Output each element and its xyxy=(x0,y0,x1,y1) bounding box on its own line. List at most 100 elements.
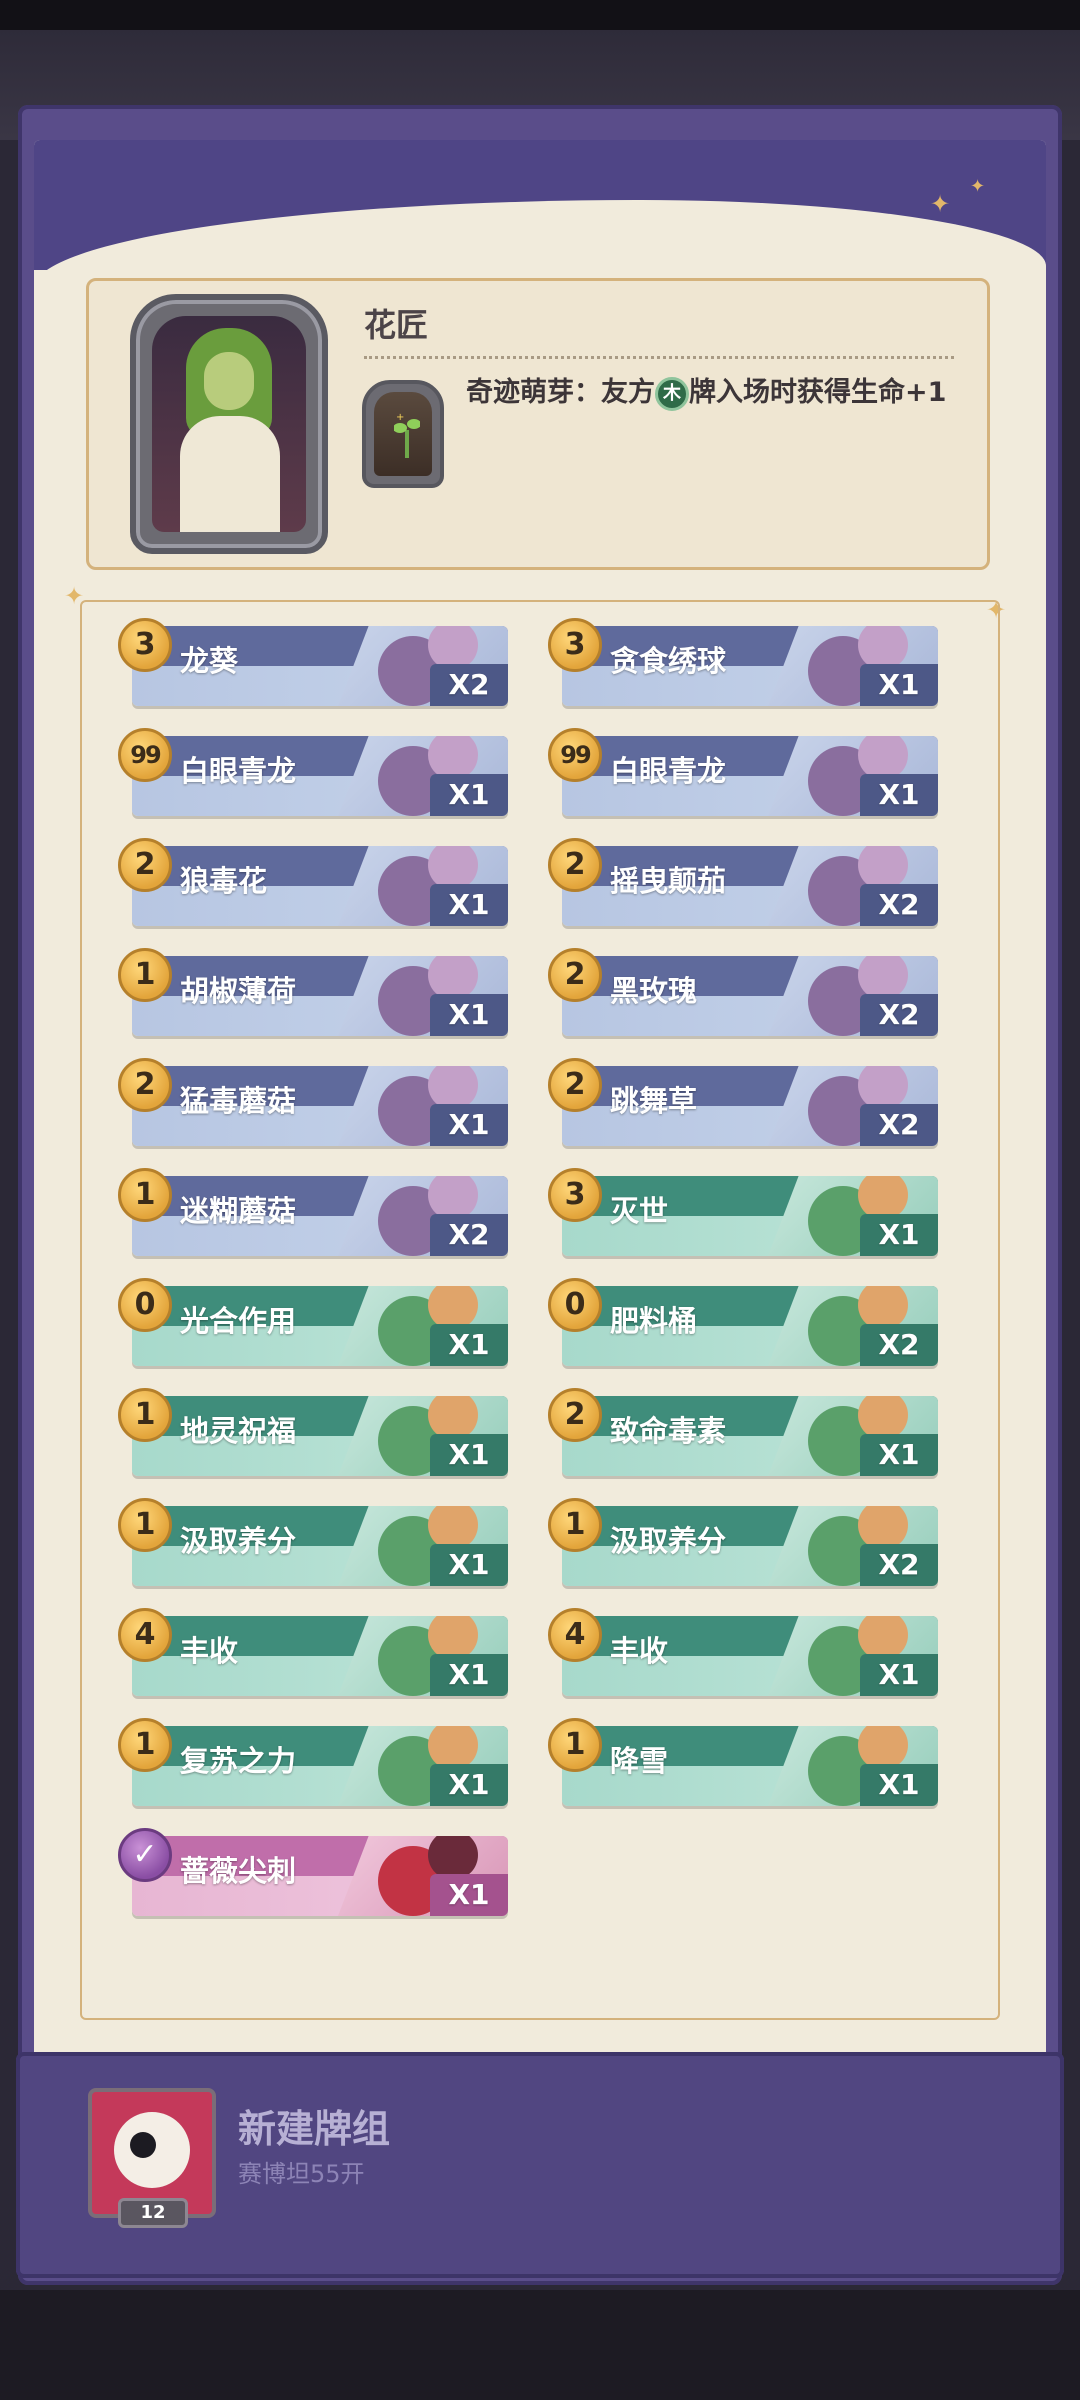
card-entry[interactable]: 灭世 X1 3 xyxy=(548,1168,938,1256)
card-quantity: X2 xyxy=(860,1324,938,1366)
card-name: 光合作用 xyxy=(180,1304,297,1338)
card-quantity: X1 xyxy=(430,1324,508,1366)
card-entry[interactable]: 地灵祝福 X1 1 xyxy=(118,1388,508,1476)
card-quantity: X1 xyxy=(430,774,508,816)
cost-badge: 4 xyxy=(548,1608,602,1662)
cost-badge: 3 xyxy=(548,1168,602,1222)
card-name: 白眼青龙 xyxy=(180,754,297,788)
card-quantity: X1 xyxy=(430,1764,508,1806)
cost-badge: 3 xyxy=(548,618,602,672)
hero-artwork xyxy=(152,316,306,532)
card-entry[interactable]: 迷糊蘑菇 X2 1 xyxy=(118,1168,508,1256)
star-icon: ✦ xyxy=(970,176,986,197)
card-quantity: X2 xyxy=(860,994,938,1036)
card-quantity: X1 xyxy=(860,1654,938,1696)
card-quantity: X1 xyxy=(430,1434,508,1476)
cost-badge: 1 xyxy=(118,948,172,1002)
card-name: 汲取养分 xyxy=(180,1524,297,1558)
card-entry[interactable]: 降雪 X1 1 xyxy=(548,1718,938,1806)
card-entry[interactable]: 肥料桶 X2 0 xyxy=(548,1278,938,1366)
card-quantity: X2 xyxy=(860,1544,938,1586)
cost-badge: 2 xyxy=(548,948,602,1002)
card-entry[interactable]: 狼毒花 X1 2 xyxy=(118,838,508,926)
card-name: 猛毒蘑菇 xyxy=(180,1084,297,1118)
cost-badge: 1 xyxy=(118,1498,172,1552)
card-quantity: X2 xyxy=(430,1214,508,1256)
card-entry[interactable]: 白眼青龙 X1 99 xyxy=(548,728,938,816)
cost-badge: 2 xyxy=(548,1388,602,1442)
card-entry[interactable]: 汲取养分 X1 1 xyxy=(118,1498,508,1586)
card-name: 蔷薇尖刺 xyxy=(180,1854,297,1888)
deck-title[interactable]: 新建牌组 xyxy=(238,2098,390,2153)
card-quantity: X1 xyxy=(430,1544,508,1586)
card-entry[interactable]: 黑玫瑰 X2 2 xyxy=(548,948,938,1036)
cost-badge: ✓ xyxy=(118,1828,172,1882)
skill-description: 奇迹萌芽：友方木牌入场时获得生命+1 xyxy=(466,376,966,411)
card-name: 肥料桶 xyxy=(610,1304,698,1338)
deck-cover-eye xyxy=(130,2132,156,2158)
card-quantity: X1 xyxy=(430,1654,508,1696)
cost-badge: 1 xyxy=(118,1168,172,1222)
hero-name: 花匠 xyxy=(364,306,429,344)
navigation-bar xyxy=(0,2290,1080,2400)
svg-text:+: + xyxy=(396,412,404,423)
card-entry[interactable]: 龙葵 X2 3 xyxy=(118,618,508,706)
hero-portrait[interactable] xyxy=(130,294,328,554)
card-name: 致命毒素 xyxy=(610,1414,727,1448)
card-name: 胡椒薄荷 xyxy=(180,974,297,1008)
card-name: 黑玫瑰 xyxy=(610,974,698,1008)
card-name: 灭世 xyxy=(610,1194,669,1228)
cost-badge: 2 xyxy=(118,838,172,892)
card-name: 丰收 xyxy=(180,1634,239,1668)
card-name: 龙葵 xyxy=(180,644,239,678)
cost-badge: 2 xyxy=(118,1058,172,1112)
card-entry[interactable]: 汲取养分 X2 1 xyxy=(548,1498,938,1586)
hero-dress xyxy=(180,416,280,532)
cost-badge: 0 xyxy=(118,1278,172,1332)
card-name: 狼毒花 xyxy=(180,864,268,898)
card-name: 跳舞草 xyxy=(610,1084,698,1118)
card-quantity: X1 xyxy=(430,884,508,926)
cost-badge: 1 xyxy=(548,1498,602,1552)
sprout-glyph: + xyxy=(394,412,420,458)
wood-element-icon: 木 xyxy=(655,376,689,411)
cost-badge: 2 xyxy=(548,1058,602,1112)
card-name: 摇曳颠茄 xyxy=(610,864,727,898)
card-quantity: X1 xyxy=(860,774,938,816)
card-entry[interactable]: 致命毒素 X1 2 xyxy=(548,1388,938,1476)
card-quantity: X2 xyxy=(430,664,508,706)
card-entry[interactable]: 丰收 X1 4 xyxy=(118,1608,508,1696)
card-entry[interactable]: 贪食绣球 X1 3 xyxy=(548,618,938,706)
skill-icon[interactable]: + xyxy=(362,380,444,488)
cost-badge: 0 xyxy=(548,1278,602,1332)
cost-badge: 2 xyxy=(548,838,602,892)
card-name: 汲取养分 xyxy=(610,1524,727,1558)
deck-subtitle: 赛博坦55开 xyxy=(238,2160,365,2188)
cost-badge: 3 xyxy=(118,618,172,672)
card-quantity: X1 xyxy=(860,1764,938,1806)
hero-divider xyxy=(364,356,954,359)
cost-badge: 1 xyxy=(548,1718,602,1772)
card-entry[interactable]: 白眼青龙 X1 99 xyxy=(118,728,508,816)
card-entry[interactable]: 猛毒蘑菇 X1 2 xyxy=(118,1058,508,1146)
card-entry[interactable]: 跳舞草 X2 2 xyxy=(548,1058,938,1146)
card-name: 降雪 xyxy=(610,1744,669,1778)
card-name: 地灵祝福 xyxy=(180,1414,297,1448)
card-quantity: X2 xyxy=(860,1104,938,1146)
star-icon: ✦ xyxy=(930,190,951,218)
card-quantity: X1 xyxy=(860,1434,938,1476)
status-bar xyxy=(0,0,1080,30)
card-entry[interactable]: 胡椒薄荷 X1 1 xyxy=(118,948,508,1036)
cost-badge: 99 xyxy=(548,728,602,782)
card-name: 丰收 xyxy=(610,1634,669,1668)
skill-text-suffix: 牌入场时获得生命+1 xyxy=(689,377,947,408)
card-name: 迷糊蘑菇 xyxy=(180,1194,297,1228)
skill-text-prefix: 奇迹萌芽：友方 xyxy=(466,377,655,408)
card-quantity: X1 xyxy=(430,1104,508,1146)
card-quantity: X2 xyxy=(860,884,938,926)
card-entry[interactable]: 光合作用 X1 0 xyxy=(118,1278,508,1366)
card-entry[interactable]: 摇曳颠茄 X2 2 xyxy=(548,838,938,926)
card-entry[interactable]: 复苏之力 X1 1 xyxy=(118,1718,508,1806)
card-entry[interactable]: 丰收 X1 4 xyxy=(548,1608,938,1696)
card-entry[interactable]: 蔷薇尖刺 X1 ✓ xyxy=(118,1828,508,1916)
